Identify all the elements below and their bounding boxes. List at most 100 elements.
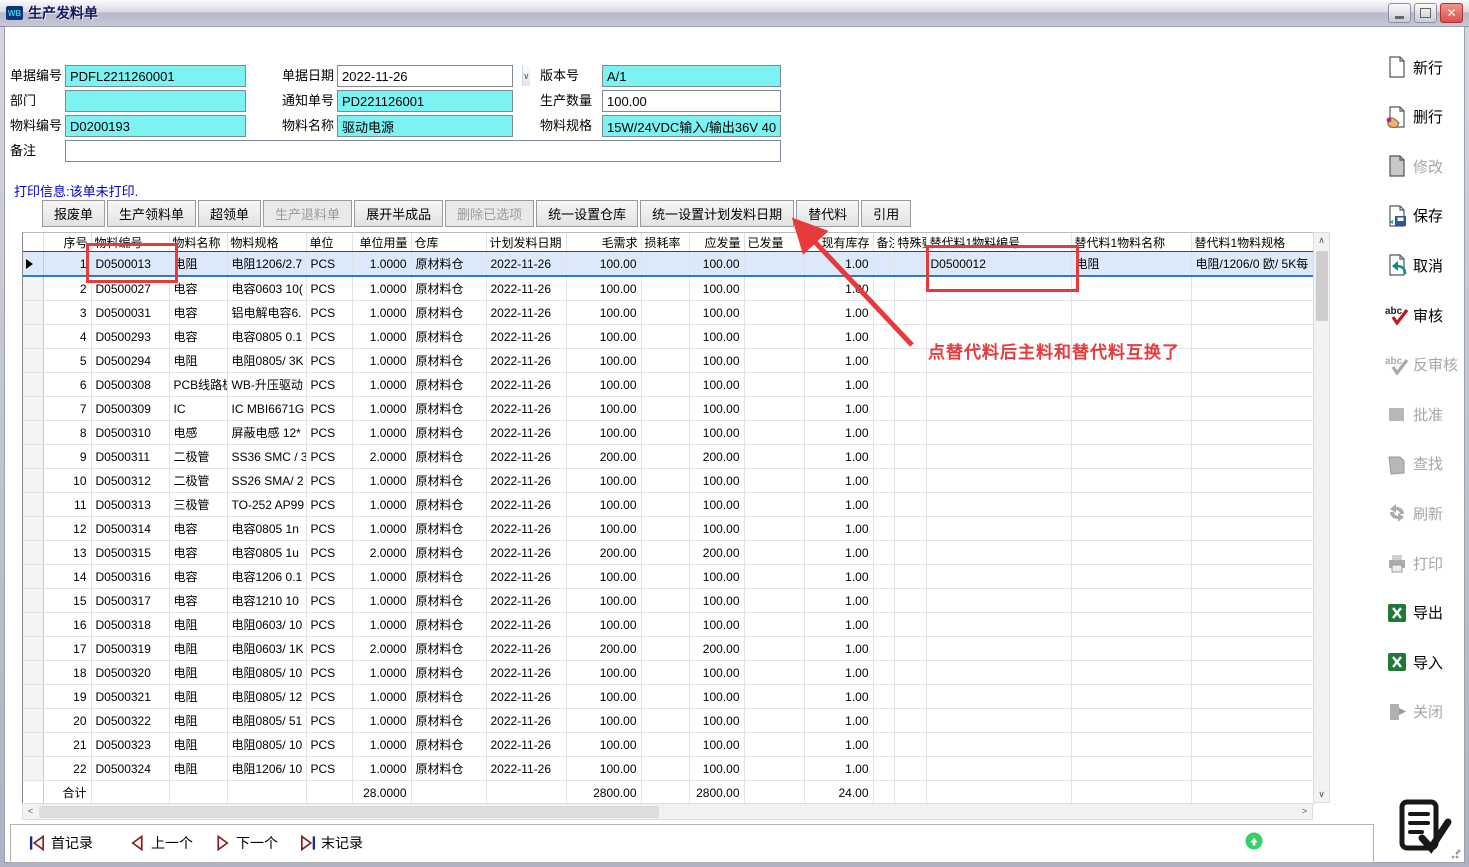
row-selector[interactable]	[23, 373, 43, 397]
table-cell[interactable]	[1191, 517, 1314, 541]
table-cell[interactable]: 原材料仓	[411, 252, 486, 277]
table-cell[interactable]	[1191, 445, 1314, 469]
table-cell[interactable]: 二极管	[169, 445, 227, 469]
table-cell[interactable]: 电容1210 10	[227, 589, 306, 613]
table-cell[interactable]: 2022-11-26	[486, 613, 566, 637]
table-cell[interactable]: 13	[43, 541, 91, 565]
table-cell[interactable]: 22	[43, 757, 91, 781]
horizontal-scroll-thumb[interactable]	[39, 806, 659, 818]
column-header[interactable]: 序号	[43, 233, 91, 252]
table-cell[interactable]	[744, 565, 804, 589]
table-cell[interactable]	[873, 301, 894, 325]
table-cell[interactable]	[641, 565, 689, 589]
table-cell[interactable]	[926, 709, 1071, 733]
column-header[interactable]: 替代料1物料规格	[1191, 233, 1314, 252]
table-cell[interactable]: 100.00	[689, 301, 744, 325]
table-cell[interactable]	[1071, 373, 1191, 397]
table-cell[interactable]: 原材料仓	[411, 541, 486, 565]
table-cell[interactable]: PCS	[306, 565, 352, 589]
table-cell[interactable]	[641, 325, 689, 349]
table-cell[interactable]: PCS	[306, 397, 352, 421]
table-cell[interactable]: PCS	[306, 493, 352, 517]
table-cell[interactable]	[894, 661, 926, 685]
table-cell[interactable]	[873, 709, 894, 733]
table-cell[interactable]: D0500294	[91, 349, 169, 373]
table-cell[interactable]: 2022-11-26	[486, 589, 566, 613]
table-cell[interactable]	[894, 589, 926, 613]
table-cell[interactable]: 1.00	[804, 541, 873, 565]
table-cell[interactable]: 1.00	[804, 349, 873, 373]
version-field[interactable]	[602, 65, 781, 87]
table-cell[interactable]	[894, 541, 926, 565]
table-cell[interactable]: 100.00	[689, 757, 744, 781]
table-cell[interactable]	[926, 589, 1071, 613]
table-cell[interactable]: 17	[43, 637, 91, 661]
table-cell[interactable]	[1191, 685, 1314, 709]
table-cell[interactable]: 1.00	[804, 733, 873, 757]
table-cell[interactable]: 100.00	[689, 252, 744, 277]
table-cell[interactable]: 原材料仓	[411, 469, 486, 493]
table-cell[interactable]	[873, 541, 894, 565]
table-cell[interactable]: 原材料仓	[411, 661, 486, 685]
table-cell[interactable]	[1191, 276, 1314, 301]
table-cell[interactable]: 电阻	[1071, 252, 1191, 277]
table-cell[interactable]	[1191, 565, 1314, 589]
table-cell[interactable]: 1.00	[804, 421, 873, 445]
table-cell[interactable]	[894, 373, 926, 397]
table-cell[interactable]	[641, 685, 689, 709]
table-cell[interactable]	[926, 685, 1071, 709]
table-cell[interactable]	[873, 373, 894, 397]
table-cell[interactable]	[744, 733, 804, 757]
table-cell[interactable]	[1191, 637, 1314, 661]
table-cell[interactable]: 2022-11-26	[486, 373, 566, 397]
table-cell[interactable]	[1071, 733, 1191, 757]
table-cell[interactable]: 电阻1206/ 10	[227, 757, 306, 781]
table-cell[interactable]	[744, 613, 804, 637]
table-cell[interactable]	[744, 252, 804, 277]
scroll-right-icon[interactable]: >	[1297, 804, 1312, 819]
table-cell[interactable]: 1.00	[804, 373, 873, 397]
table-cell[interactable]	[1191, 325, 1314, 349]
row-selector[interactable]	[23, 421, 43, 445]
table-cell[interactable]	[641, 493, 689, 517]
toolbar-button-10[interactable]: 引用	[861, 200, 911, 227]
table-cell[interactable]: 100.00	[689, 421, 744, 445]
table-cell[interactable]: 1.00	[804, 589, 873, 613]
scroll-down-icon[interactable]: ∨	[1314, 787, 1329, 802]
table-cell[interactable]	[873, 565, 894, 589]
column-header[interactable]: 现有库存	[804, 233, 873, 252]
table-cell[interactable]: PCS	[306, 421, 352, 445]
table-cell[interactable]	[641, 541, 689, 565]
table-cell[interactable]: 100.00	[566, 397, 641, 421]
table-cell[interactable]: PCS	[306, 589, 352, 613]
row-selector[interactable]	[23, 469, 43, 493]
table-cell[interactable]: 电阻	[169, 637, 227, 661]
table-cell[interactable]: D0500309	[91, 397, 169, 421]
toolbar-button-3[interactable]: 超领单	[198, 200, 261, 227]
table-cell[interactable]: 原材料仓	[411, 349, 486, 373]
table-cell[interactable]: 2022-11-26	[486, 469, 566, 493]
table-cell[interactable]: SS36 SMC / 3	[227, 445, 306, 469]
table-cell[interactable]: D0500319	[91, 637, 169, 661]
table-cell[interactable]: 原材料仓	[411, 421, 486, 445]
table-cell[interactable]	[873, 349, 894, 373]
table-cell[interactable]: 1.0000	[352, 373, 411, 397]
table-cell[interactable]	[894, 325, 926, 349]
table-cell[interactable]: 电容1206 0.1	[227, 565, 306, 589]
table-cell[interactable]: PCS	[306, 445, 352, 469]
table-cell[interactable]	[894, 685, 926, 709]
table-cell[interactable]	[1071, 541, 1191, 565]
table-cell[interactable]	[873, 252, 894, 277]
table-cell[interactable]: 电阻	[169, 685, 227, 709]
table-cell[interactable]: 电容	[169, 301, 227, 325]
table-cell[interactable]: 10	[43, 469, 91, 493]
table-cell[interactable]	[641, 733, 689, 757]
table-cell[interactable]: 100.00	[566, 373, 641, 397]
table-cell[interactable]	[1191, 541, 1314, 565]
department-field[interactable]	[65, 90, 246, 112]
table-cell[interactable]: D0500324	[91, 757, 169, 781]
toolbar-button-8[interactable]: 统一设置计划发料日期	[640, 200, 794, 227]
table-cell[interactable]: D0500322	[91, 709, 169, 733]
table-cell[interactable]: 21	[43, 733, 91, 757]
table-cell[interactable]	[926, 733, 1071, 757]
